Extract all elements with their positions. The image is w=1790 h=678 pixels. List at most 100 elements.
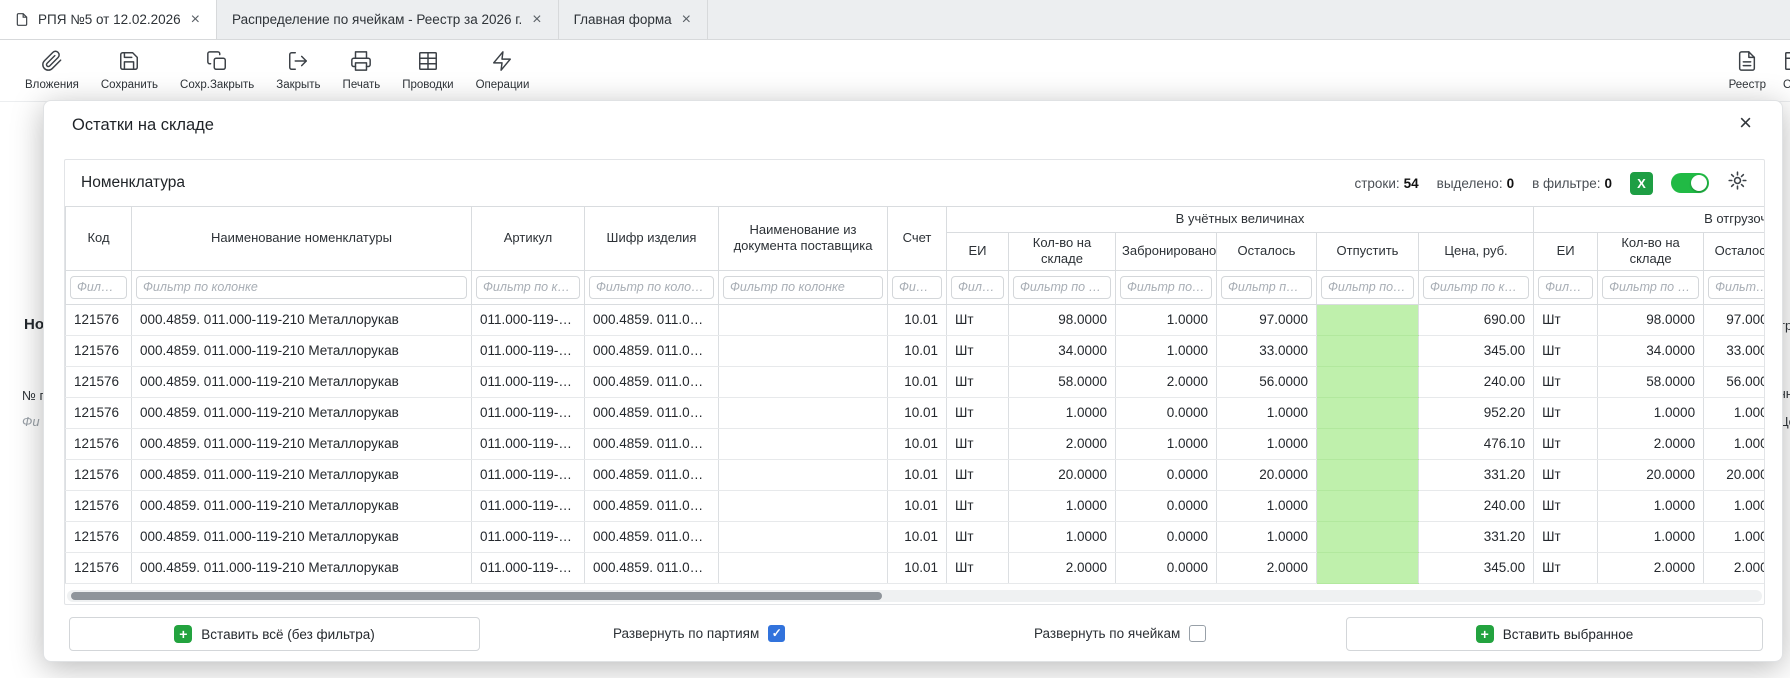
postings-button[interactable]: Проводки xyxy=(391,43,464,98)
cell-remaining[interactable]: 1.0000 xyxy=(1217,397,1317,428)
cell-remaining-ship[interactable]: 56.0000 xyxy=(1704,366,1764,397)
cell-name[interactable]: 000.4859. 011.000-119-210 Металлорукав xyxy=(132,552,472,583)
cell-remaining[interactable]: 1.0000 xyxy=(1217,521,1317,552)
cell-unit-ship[interactable]: Шт xyxy=(1534,490,1598,521)
horizontal-scrollbar[interactable] xyxy=(67,590,1762,602)
close-button[interactable]: Закрыть xyxy=(265,43,331,98)
cell-price[interactable]: 240.00 xyxy=(1419,366,1534,397)
cell-unit-ship[interactable]: Шт xyxy=(1534,552,1598,583)
cell-account[interactable]: 10.01 xyxy=(888,552,947,583)
filter-release[interactable] xyxy=(1321,276,1414,299)
cell-remaining-ship[interactable]: 97.0000 xyxy=(1704,304,1764,335)
cell-cipher[interactable]: 000.4859. 011.000-119-210 xyxy=(585,552,719,583)
cell-qty-ship[interactable]: 1.0000 xyxy=(1598,490,1704,521)
cell-name[interactable]: 000.4859. 011.000-119-210 Металлорукав xyxy=(132,397,472,428)
cell-reserved[interactable]: 0.0000 xyxy=(1116,552,1217,583)
excel-export-button[interactable]: X xyxy=(1630,172,1653,195)
cell-qty[interactable]: 1.0000 xyxy=(1009,490,1116,521)
cell-qty-ship[interactable]: 34.0000 xyxy=(1598,335,1704,366)
insert-all-button[interactable]: + Вставить всё (без фильтра) xyxy=(69,617,480,651)
cell-name[interactable]: 000.4859. 011.000-119-210 Металлорукав xyxy=(132,335,472,366)
tab-main-form[interactable]: Главная форма × xyxy=(559,0,708,39)
cell-remaining-ship[interactable]: 20.0000 xyxy=(1704,459,1764,490)
cell-unit[interactable]: Шт xyxy=(947,428,1009,459)
cell-cipher[interactable]: 000.4859. 011.000-119-210 xyxy=(585,521,719,552)
cell-price[interactable]: 240.00 xyxy=(1419,490,1534,521)
cell-remaining[interactable]: 33.0000 xyxy=(1217,335,1317,366)
cell-account[interactable]: 10.01 xyxy=(888,304,947,335)
cell-remaining-ship[interactable]: 1.0000 xyxy=(1704,521,1764,552)
registry-button[interactable]: Реестр xyxy=(1718,43,1777,98)
cell-cipher[interactable]: 000.4859. 011.000-119-210 xyxy=(585,366,719,397)
cell-price[interactable]: 952.20 xyxy=(1419,397,1534,428)
cell-code[interactable]: 121576 xyxy=(66,552,132,583)
cell-qty[interactable]: 1.0000 xyxy=(1009,397,1116,428)
cell-release[interactable] xyxy=(1317,366,1419,397)
filter-qty-ship[interactable] xyxy=(1602,276,1699,299)
cell-cipher[interactable]: 000.4859. 011.000-119-210 xyxy=(585,428,719,459)
table-row[interactable]: 121576 000.4859. 011.000-119-210 Металло… xyxy=(66,366,1765,397)
cell-qty-ship[interactable]: 20.0000 xyxy=(1598,459,1704,490)
cell-release[interactable] xyxy=(1317,335,1419,366)
cell-account[interactable]: 10.01 xyxy=(888,521,947,552)
cell-account[interactable]: 10.01 xyxy=(888,366,947,397)
gear-icon[interactable] xyxy=(1727,170,1748,196)
cell-qty[interactable]: 2.0000 xyxy=(1009,428,1116,459)
cell-unit[interactable]: Шт xyxy=(947,521,1009,552)
cell-cipher[interactable]: 000.4859. 011.000-119-210 xyxy=(585,490,719,521)
cell-cipher[interactable]: 000.4859. 011.000-119-210 xyxy=(585,304,719,335)
cell-code[interactable]: 121576 xyxy=(66,459,132,490)
cell-cipher[interactable]: 000.4859. 011.000-119-210 xyxy=(585,397,719,428)
cell-unit-ship[interactable]: Шт xyxy=(1534,521,1598,552)
filter-remaining[interactable] xyxy=(1221,276,1312,299)
cell-qty-ship[interactable]: 2.0000 xyxy=(1598,428,1704,459)
cell-name[interactable]: 000.4859. 011.000-119-210 Металлорукав xyxy=(132,366,472,397)
cell-account[interactable]: 10.01 xyxy=(888,459,947,490)
col-header-reserved[interactable]: Забронировано xyxy=(1116,233,1217,271)
cell-article[interactable]: 011.000-119-210 xyxy=(472,552,585,583)
cell-release[interactable] xyxy=(1317,521,1419,552)
table-row[interactable]: 121576 000.4859. 011.000-119-210 Металло… xyxy=(66,428,1765,459)
cell-unit[interactable]: Шт xyxy=(947,366,1009,397)
cell-price[interactable]: 345.00 xyxy=(1419,552,1534,583)
cell-unit[interactable]: Шт xyxy=(947,490,1009,521)
cell-remaining[interactable]: 1.0000 xyxy=(1217,490,1317,521)
table-row[interactable]: 121576 000.4859. 011.000-119-210 Металло… xyxy=(66,490,1765,521)
cell-account[interactable]: 10.01 xyxy=(888,397,947,428)
cell-name[interactable]: 000.4859. 011.000-119-210 Металлорукав xyxy=(132,428,472,459)
cell-remaining-ship[interactable]: 1.0000 xyxy=(1704,428,1764,459)
filter-cipher[interactable] xyxy=(589,276,714,299)
cell-code[interactable]: 121576 xyxy=(66,304,132,335)
cell-supplier-name[interactable] xyxy=(719,459,888,490)
cell-article[interactable]: 011.000-119-210 xyxy=(472,428,585,459)
filter-article[interactable] xyxy=(476,276,580,299)
cell-unit-ship[interactable]: Шт xyxy=(1534,397,1598,428)
cell-code[interactable]: 121576 xyxy=(66,490,132,521)
cell-remaining[interactable]: 97.0000 xyxy=(1217,304,1317,335)
cell-article[interactable]: 011.000-119-210 xyxy=(472,459,585,490)
cell-release[interactable] xyxy=(1317,459,1419,490)
cell-qty[interactable]: 34.0000 xyxy=(1009,335,1116,366)
filter-code[interactable] xyxy=(70,276,127,299)
cell-qty-ship[interactable]: 98.0000 xyxy=(1598,304,1704,335)
cell-supplier-name[interactable] xyxy=(719,552,888,583)
expand-batches-option[interactable]: Развернуть по партиям ✓ xyxy=(613,625,785,642)
filter-qty[interactable] xyxy=(1013,276,1111,299)
cell-release[interactable] xyxy=(1317,397,1419,428)
tab-rpy[interactable]: РПЯ №5 от 12.02.2026 × xyxy=(0,0,217,39)
col-header-account[interactable]: Счет xyxy=(888,207,947,271)
cell-qty[interactable]: 2.0000 xyxy=(1009,552,1116,583)
filter-name[interactable] xyxy=(136,276,467,299)
cell-price[interactable]: 476.10 xyxy=(1419,428,1534,459)
table-row[interactable]: 121576 000.4859. 011.000-119-210 Металло… xyxy=(66,552,1765,583)
col-header-qty[interactable]: Кол-во на складе xyxy=(1009,233,1116,271)
cell-article[interactable]: 011.000-119-210 xyxy=(472,490,585,521)
tab-close-icon[interactable]: × xyxy=(681,12,692,28)
attachments-button[interactable]: Вложения xyxy=(14,43,90,98)
cell-name[interactable]: 000.4859. 011.000-119-210 Металлорукав xyxy=(132,304,472,335)
col-header-remaining[interactable]: Осталось xyxy=(1217,233,1317,271)
cell-price[interactable]: 331.20 xyxy=(1419,521,1534,552)
expand-batches-checkbox[interactable]: ✓ xyxy=(768,625,785,642)
table-row[interactable]: 121576 000.4859. 011.000-119-210 Металло… xyxy=(66,459,1765,490)
cell-code[interactable]: 121576 xyxy=(66,335,132,366)
